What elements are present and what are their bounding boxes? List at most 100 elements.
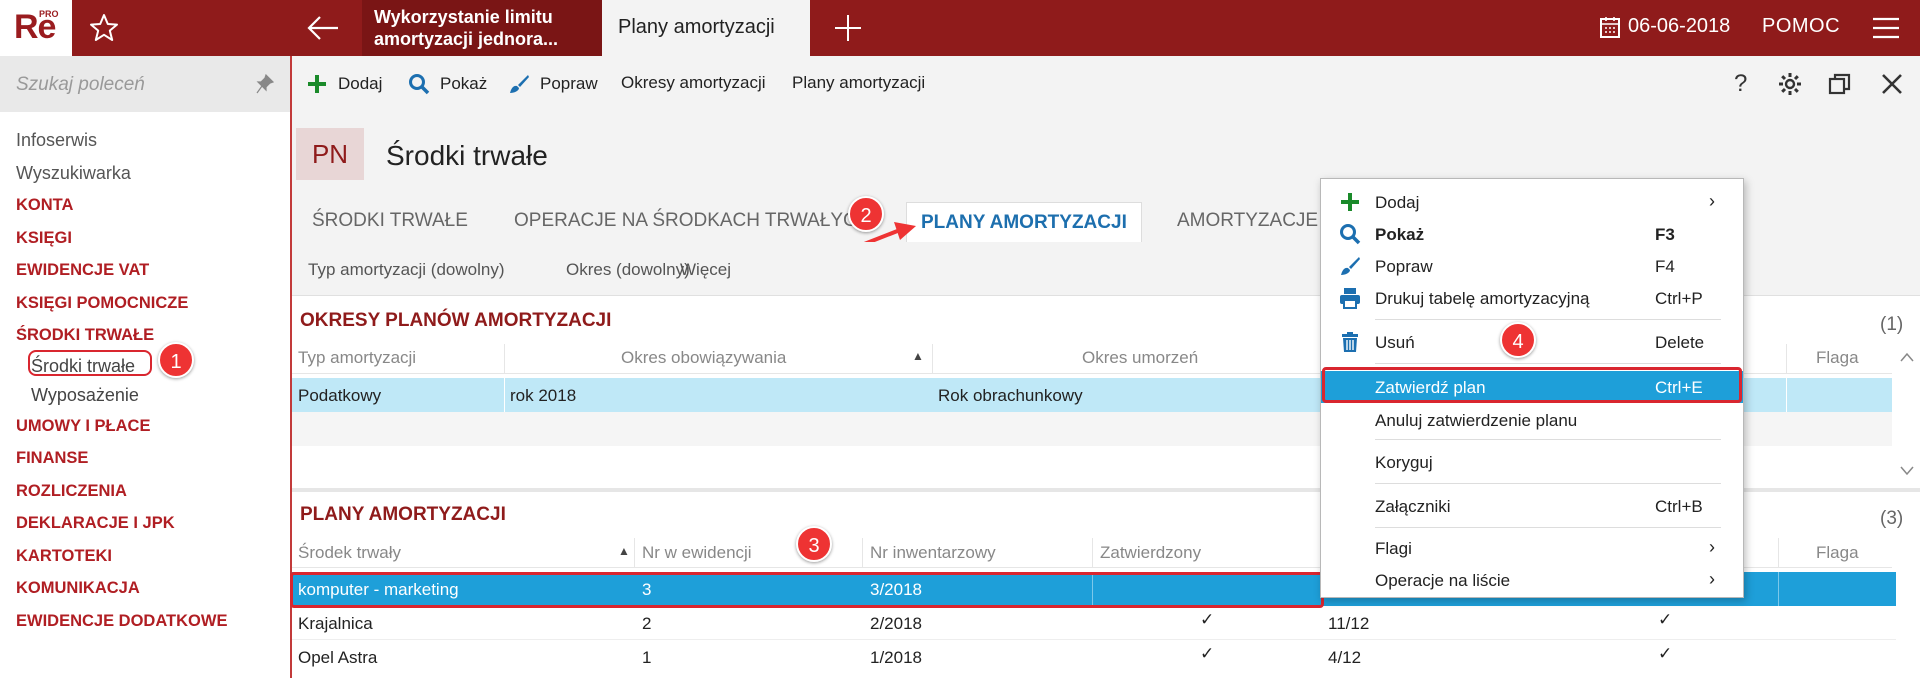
filter-okres[interactable]: Okres (dowolny) (566, 260, 690, 280)
menu-item-popraw[interactable]: Popraw F4 (1321, 251, 1743, 281)
hamburger-menu-icon[interactable] (1872, 16, 1900, 40)
help-question-icon[interactable]: ? (1734, 70, 1758, 97)
callout-4: 4 (1500, 322, 1536, 358)
sidebar-item-komunikacja[interactable]: KOMUNIKACJA (16, 572, 227, 605)
sidebar-item-wyszukiwarka[interactable]: Wyszukiwarka (16, 157, 227, 190)
menu-separator (1375, 483, 1721, 484)
sidebar-item-umowy-place[interactable]: UMOWY I PŁACE (16, 410, 227, 443)
menu-item-zalaczniki[interactable]: Załączniki Ctrl+B (1321, 491, 1743, 521)
trash-icon (1342, 332, 1358, 352)
tab-srodki-trwale[interactable]: ŚRODKI TRWAŁE (312, 210, 468, 232)
check-icon: ✓ (1658, 610, 1673, 629)
sidebar-item-ksiegi-pomocnicze[interactable]: KSIĘGI POMOCNICZE (16, 287, 227, 320)
table-row[interactable]: Opel Astra 1 1/2018 ✓ 4/12 ✓ (292, 640, 1896, 674)
sidebar-item-ewidencje-vat[interactable]: EWIDENCJE VAT (16, 254, 227, 287)
highlight-selected-row (290, 572, 1324, 608)
tab-limit-amortyzacji[interactable]: Wykorzystanie limitu amortyzacji jednora… (362, 0, 602, 56)
tab-plany-amortyzacji[interactable]: Plany amortyzacji (602, 0, 810, 56)
col-divider (1786, 344, 1787, 374)
sidebar-item-konta[interactable]: KONTA (16, 189, 227, 222)
callout-2: 2 (848, 196, 884, 232)
app-logo[interactable]: Re PRO (0, 0, 72, 56)
table-row[interactable]: Krajalnica 2 2/2018 ✓ 11/12 ✓ (292, 606, 1896, 640)
filter-typ-amortyzacji[interactable]: Typ amortyzacji (dowolny) (308, 260, 505, 280)
search-input[interactable]: Szukaj poleceń (16, 74, 145, 96)
tab-operacje[interactable]: OPERACJE NA ŚRODKACH TRWAŁYCH (514, 210, 871, 232)
scroll-up-icon[interactable] (1900, 352, 1914, 362)
chevron-right-icon: › (1709, 191, 1715, 211)
show-button[interactable]: Pokaż (408, 73, 487, 95)
col-nr-inwentarzowy[interactable]: Nr inwentarzowy (870, 543, 996, 563)
gear-icon[interactable] (1778, 72, 1802, 96)
col-divider (1778, 572, 1779, 606)
col-okres-obowiazywania[interactable]: Okres obowiązywania (621, 348, 786, 368)
top-bar: Re PRO Wykorzystanie limitu amortyzacji … (0, 0, 1920, 56)
close-icon[interactable] (1880, 72, 1904, 96)
toolbar: Dodaj Pokaż Popraw Okresy amortyzacji Pl… (292, 56, 1920, 114)
sidebar-item-ksiegi[interactable]: KSIĘGI (16, 222, 227, 255)
menu-item-dodaj[interactable]: Dodaj › (1321, 187, 1743, 217)
calendar-icon[interactable] (1600, 16, 1620, 38)
callout-1: 1 (158, 342, 194, 378)
filter-wiecej[interactable]: Więcej (680, 260, 731, 280)
pin-icon[interactable] (256, 74, 274, 94)
search-icon (409, 74, 430, 95)
sidebar-item-deklaracje-jpk[interactable]: DEKLARACJE I JPK (16, 507, 227, 540)
sidebar-item-rozliczenia[interactable]: ROZLICZENIA (16, 475, 227, 508)
help-link[interactable]: POMOC (1762, 15, 1840, 38)
menu-item-koryguj[interactable]: Koryguj (1321, 447, 1743, 477)
restore-window-icon[interactable] (1828, 72, 1852, 96)
scroll-down-icon[interactable] (1900, 466, 1914, 476)
sidebar-item-ewidencje-dodatkowe[interactable]: EWIDENCJE DODATKOWE (16, 605, 227, 638)
menu-shortcut: Delete (1655, 333, 1705, 352)
menu-item-pokaz[interactable]: Pokaż F3 (1321, 219, 1743, 249)
chevron-right-icon: › (1709, 569, 1715, 589)
periods-button[interactable]: Okresy amortyzacji (621, 73, 766, 93)
sidebar-item-kartoteki[interactable]: KARTOTEKI (16, 540, 227, 573)
sort-asc-icon: ▲ (618, 544, 630, 558)
sort-asc-icon: ▲ (912, 349, 924, 363)
plans-button[interactable]: Plany amortyzacji (792, 73, 925, 93)
star-icon[interactable] (88, 12, 120, 44)
sidebar-item-infoserwis[interactable]: Infoserwis (16, 124, 227, 157)
col-nr-w-ewidencji[interactable]: Nr w ewidencji (642, 543, 752, 563)
menu-separator (1375, 527, 1721, 528)
menu-shortcut: Ctrl+B (1655, 497, 1703, 516)
col-typ-amortyzacji[interactable]: Typ amortyzacji (298, 348, 416, 368)
new-tab-icon[interactable] (832, 12, 864, 44)
menu-item-flagi[interactable]: Flagi › (1321, 533, 1743, 563)
menu-label: Koryguj (1375, 453, 1433, 472)
current-date[interactable]: 06-06-2018 (1628, 15, 1730, 38)
menu-item-drukuj[interactable]: Drukuj tabelę amortyzacyjną Ctrl+P (1321, 283, 1743, 313)
sidebar-subitem-wyposazenie[interactable]: Wyposażenie (16, 381, 227, 410)
tab-plany-amortyzacji-active[interactable]: PLANY AMORTYZACJI (906, 202, 1142, 242)
plus-icon (1341, 193, 1359, 211)
col-zatwierdzony[interactable]: Zatwierdzony (1100, 543, 1201, 563)
search-box[interactable]: Szukaj poleceń (0, 56, 290, 112)
menu-label: Anuluj zatwierdzenie planu (1375, 411, 1578, 430)
sidebar-item-finanse[interactable]: FINANSE (16, 442, 227, 475)
search-icon (1340, 224, 1361, 245)
back-arrow-icon[interactable] (306, 14, 340, 42)
tab-amortyzacje[interactable]: AMORTYZACJE (1177, 210, 1318, 232)
menu-separator (1375, 319, 1721, 320)
menu-item-anuluj-zatwierdzenie[interactable]: Anuluj zatwierdzenie planu (1321, 405, 1743, 435)
edit-button[interactable]: Popraw (508, 73, 598, 95)
col-divider (1092, 538, 1093, 568)
add-button[interactable]: Dodaj (306, 73, 382, 95)
menu-item-operacje-na-liscie[interactable]: Operacje na liście › (1321, 565, 1743, 595)
col-flaga[interactable]: Flaga (1816, 348, 1859, 368)
col-divider (504, 378, 505, 412)
menu-label: Usuń (1375, 333, 1415, 352)
col-flaga[interactable]: Flaga (1816, 543, 1859, 563)
cell-typ: Podatkowy (298, 386, 382, 405)
cell-nr-inw: 2/2018 (870, 614, 922, 633)
col-divider (862, 538, 863, 568)
col-divider (932, 344, 933, 374)
cell-months: 11/12 (1328, 614, 1370, 633)
col-divider (1778, 538, 1779, 568)
sidebar-item-srodki-trwale[interactable]: ŚRODKI TRWAŁE (16, 319, 227, 352)
col-srodek-trwaly[interactable]: Środek trwały (298, 543, 401, 563)
edit-label: Popraw (540, 74, 598, 93)
col-okres-umorzen[interactable]: Okres umorzeń (1082, 348, 1198, 368)
